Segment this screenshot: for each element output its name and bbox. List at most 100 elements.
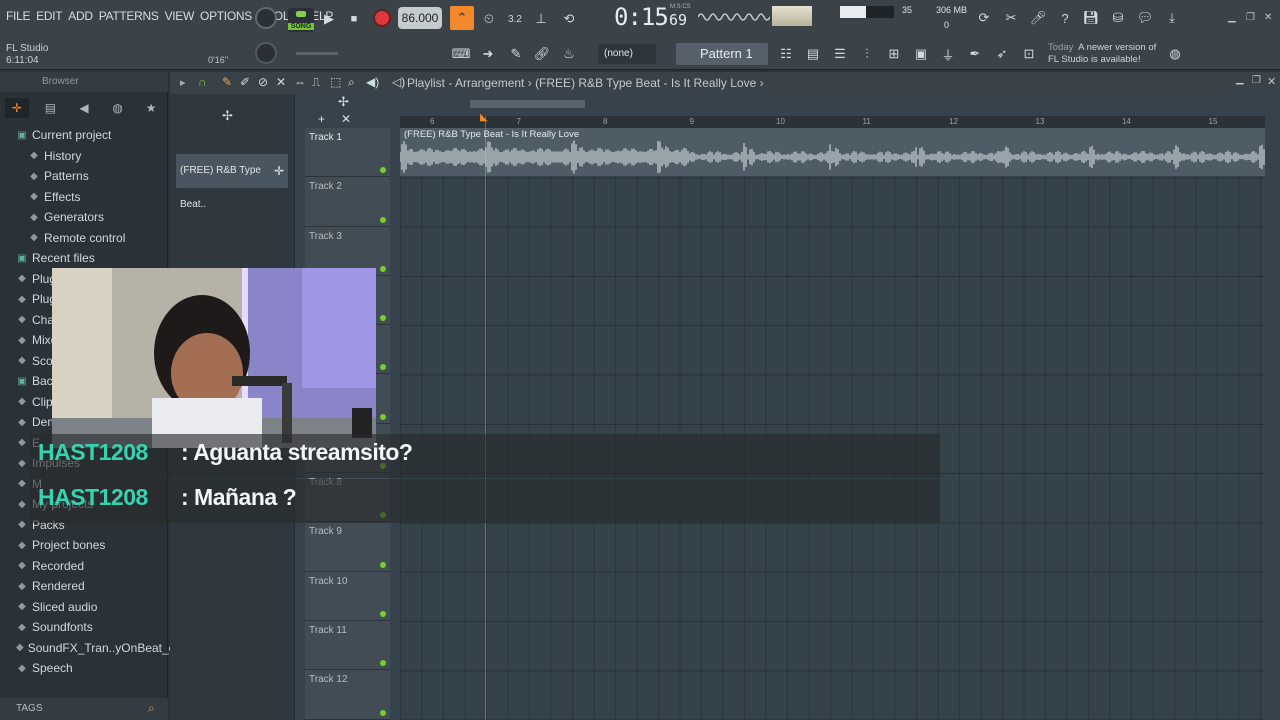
link-icon[interactable]: 🔗︎: [531, 43, 553, 65]
horizontal-scrollbar[interactable]: [400, 100, 1265, 110]
snap-select[interactable]: (none): [598, 44, 656, 64]
cut-icon[interactable]: ✂: [1000, 7, 1022, 29]
tempo-display[interactable]: 86.000: [398, 7, 442, 29]
menu-edit[interactable]: EDIT: [36, 9, 62, 23]
browser-item[interactable]: ◆ SoundFX_Tran..yOnBeat_com: [0, 638, 191, 659]
song-mode-button[interactable]: SONG: [288, 8, 314, 32]
track-enable-dot[interactable]: [380, 315, 386, 322]
browser-item[interactable]: ◆ History: [0, 146, 168, 167]
minimize-icon[interactable]: ▁: [1228, 12, 1236, 23]
add-track-icon[interactable]: +: [318, 112, 325, 126]
menu-patterns[interactable]: PATTERNS: [99, 9, 159, 23]
wait-record-icon[interactable]: ⏲: [478, 8, 500, 30]
browser-item[interactable]: ◆ Rendered: [0, 576, 168, 597]
browser-item[interactable]: ◆ Project bones: [0, 535, 168, 556]
playhead-marker-icon[interactable]: ◣: [480, 112, 488, 123]
track-header[interactable]: Track 10: [305, 571, 390, 621]
plug-icon[interactable]: ⏚: [937, 43, 959, 65]
playback-tool-icon[interactable]: ◀): [366, 75, 379, 89]
cart-icon[interactable]: ⊡: [1018, 43, 1040, 65]
playhead[interactable]: [485, 116, 486, 720]
pen-icon[interactable]: ✎: [505, 43, 527, 65]
download-icon[interactable]: ⤓: [1161, 7, 1183, 29]
track-header[interactable]: Track 1: [305, 128, 390, 178]
track-header[interactable]: Track 12: [305, 670, 390, 720]
pattern-selector[interactable]: Pattern 1: [676, 43, 768, 65]
update-notice[interactable]: Today A newer version of FL Studio is av…: [1048, 42, 1156, 66]
chat-icon[interactable]: 💬︎: [1134, 7, 1156, 29]
pitch-knob[interactable]: [255, 42, 277, 64]
play-button[interactable]: ▶: [318, 8, 340, 30]
mute-tool-icon[interactable]: ✕: [276, 75, 286, 89]
browser-item[interactable]: ◆ Patterns: [0, 166, 168, 187]
channel-rack-icon[interactable]: ☰: [829, 43, 851, 65]
browser-item[interactable]: ◆ Generators: [0, 207, 168, 228]
browser-speaker-icon[interactable]: ◀: [72, 98, 96, 118]
browser-item[interactable]: ◆ Sliced audio: [0, 597, 168, 618]
menu-view[interactable]: VIEW: [165, 9, 195, 23]
delete-tool-icon[interactable]: ⊘: [258, 75, 268, 89]
clip-move-icon[interactable]: ✛: [274, 154, 284, 188]
mixer-icon[interactable]: ⫶: [856, 43, 878, 65]
playlist-minimize-icon[interactable]: ▁: [1236, 74, 1244, 85]
browser-star-icon[interactable]: ★: [139, 98, 163, 118]
metronome-icon[interactable]: ⌃: [450, 6, 474, 30]
track-enable-dot[interactable]: [380, 610, 386, 617]
globe-icon[interactable]: ◍: [1164, 43, 1186, 65]
menu-file[interactable]: FILE: [6, 9, 30, 23]
help-icon[interactable]: ?: [1054, 7, 1076, 29]
browser-item[interactable]: ▣ Current project: [0, 125, 168, 146]
refresh-icon[interactable]: ⟳: [973, 7, 995, 29]
loop-record-icon[interactable]: ⟲: [558, 8, 580, 30]
track-enable-dot[interactable]: [380, 660, 386, 667]
track-enable-dot[interactable]: [380, 265, 386, 272]
browser-item[interactable]: ◆ Remote control: [0, 228, 168, 249]
track-header[interactable]: Track 11: [305, 620, 390, 671]
countdown-icon[interactable]: 3.2: [504, 8, 526, 30]
save-icon[interactable]: 💾︎: [1080, 7, 1102, 29]
slip-tool-icon[interactable]: ⇔: [294, 75, 306, 89]
browser-item[interactable]: ▣ Recent files: [0, 248, 168, 269]
plugin-icon[interactable]: ⊞: [883, 43, 905, 65]
browser-item[interactable]: ◆ Speech: [0, 658, 168, 679]
close-icon[interactable]: ✕: [1264, 12, 1272, 23]
browser-globe-icon[interactable]: ◍: [106, 98, 130, 118]
draw-tool-icon[interactable]: ✎: [222, 75, 232, 89]
track-enable-dot[interactable]: [380, 364, 386, 371]
stamp-icon[interactable]: ♨: [558, 43, 580, 65]
pattern-add-icon[interactable]: ✢: [222, 108, 233, 124]
browser-tags[interactable]: TAGS ⌕: [0, 698, 168, 720]
time-display[interactable]: 0:15 69 M:S:CS: [600, 2, 691, 32]
browser-file-icon[interactable]: ▤: [38, 98, 62, 118]
pattern-clip[interactable]: (FREE) R&B Type Beat.. ✛: [176, 154, 288, 210]
paint-tool-icon[interactable]: ✐: [240, 75, 250, 89]
piano-icon[interactable]: ⌨: [450, 43, 472, 65]
track-enable-dot[interactable]: [380, 216, 386, 223]
select-tool-icon[interactable]: ⬚: [330, 75, 341, 89]
timeline-ruler[interactable]: 6 7 8 9 10 11 12 13 14 15: [400, 116, 1265, 128]
menu-options[interactable]: OPTIONS: [200, 9, 252, 23]
render-icon[interactable]: ⛁: [1107, 7, 1129, 29]
restore-icon[interactable]: ❐: [1246, 12, 1255, 23]
track-enable-dot[interactable]: [380, 561, 386, 568]
step-edit-icon[interactable]: ⊥: [530, 8, 552, 30]
track-header[interactable]: Track 2: [305, 177, 390, 227]
slice-tool-icon[interactable]: ⎍: [312, 75, 320, 90]
pen-tool-icon[interactable]: ✒: [964, 43, 986, 65]
bird-icon[interactable]: ➶: [991, 43, 1013, 65]
audio-clip[interactable]: (FREE) R&B Type Beat - Is It Really Love: [400, 128, 1265, 176]
track-enable-dot[interactable]: [380, 413, 386, 420]
menu-add[interactable]: ADD: [68, 9, 93, 23]
zoom-tool-icon[interactable]: ⌕: [348, 75, 355, 90]
master-volume-knob[interactable]: [255, 7, 277, 29]
browser-item[interactable]: ◆ Effects: [0, 187, 168, 208]
browser-all-icon[interactable]: ✛: [4, 98, 29, 118]
piano-roll-icon[interactable]: ▤: [802, 43, 824, 65]
playlist-icon[interactable]: ☷: [775, 43, 797, 65]
stop-button[interactable]: ■: [343, 8, 365, 30]
collapse-icon[interactable]: ✕: [341, 112, 351, 126]
browser-item[interactable]: ◆ Recorded: [0, 556, 168, 577]
browser-item[interactable]: ◆ Soundfonts: [0, 617, 168, 638]
track-enable-dot[interactable]: [380, 709, 386, 716]
search-icon[interactable]: ⌕: [148, 697, 155, 719]
